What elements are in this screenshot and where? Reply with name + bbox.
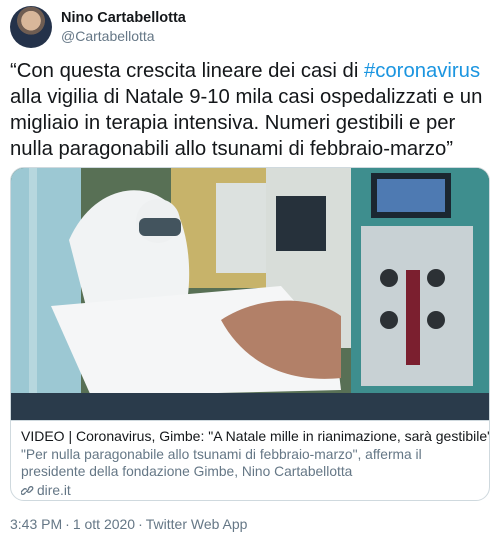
hashtag-link[interactable]: #coronavirus: [364, 60, 480, 82]
author-name[interactable]: Nino Cartabellotta: [61, 9, 186, 27]
card-title[interactable]: VIDEO | Coronavirus, Gimbe: "A Natale mi…: [21, 428, 489, 445]
link-card[interactable]: VIDEO | Coronavirus, Gimbe: "A Natale mi…: [10, 167, 490, 501]
link-icon: [21, 486, 34, 495]
tweet-source[interactable]: Twitter Web App: [146, 516, 248, 532]
author-block[interactable]: Nino Cartabellotta @Cartabellotta: [61, 9, 186, 45]
card-image[interactable]: [11, 168, 489, 420]
meta-separator: ·: [65, 516, 70, 532]
tweet-date[interactable]: 1 ott 2020: [73, 516, 135, 532]
meta-separator-2: ·: [138, 516, 143, 532]
card-domain[interactable]: dire.it: [21, 482, 481, 499]
tweet-text-start: “Con questa crescita lineare dei casi di: [10, 60, 364, 82]
tweet-header: Nino Cartabellotta @Cartabellotta: [10, 6, 490, 52]
tweet-time[interactable]: 3:43 PM: [10, 516, 62, 532]
avatar[interactable]: [10, 6, 52, 48]
author-handle[interactable]: @Cartabellotta: [61, 27, 186, 45]
tweet-meta: 3:43 PM · 1 ott 2020 · Twitter Web App: [10, 515, 247, 533]
tweet-text-end: alla vigilia di Natale 9-10 mila casi os…: [10, 86, 483, 160]
card-domain-text[interactable]: dire.it: [37, 482, 71, 499]
card-body[interactable]: VIDEO | Coronavirus, Gimbe: "A Natale mi…: [11, 420, 489, 500]
tweet-text: “Con questa crescita lineare dei casi di…: [10, 58, 494, 162]
card-description: "Per nulla paragonabile allo tsunami di …: [21, 447, 422, 479]
hospital-icu-photo-icon: [11, 168, 489, 420]
